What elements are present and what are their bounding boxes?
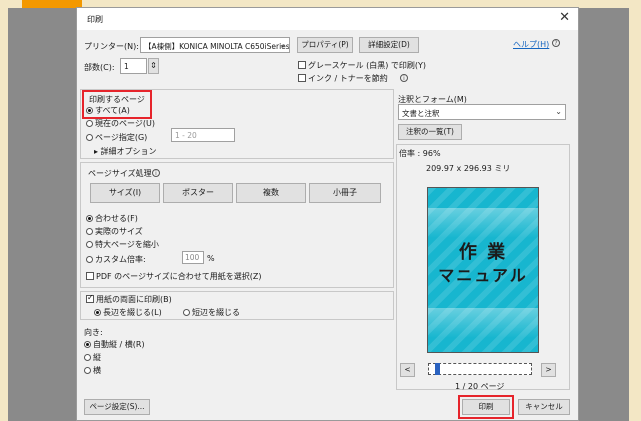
custom-scale-value: 100 [185,253,200,262]
help-icon[interactable]: ? [552,39,560,47]
custom-scale-radio[interactable] [86,256,93,263]
pages-range-radio[interactable] [86,134,93,141]
pages-range-option[interactable]: ページ指定(G) [86,132,147,143]
page-slider[interactable] [428,363,532,375]
duplex-option[interactable]: 用紙の両面に印刷(B) [86,293,172,305]
chevron-down-icon: ⌄ [555,107,562,116]
ink-save-label: インク / トナーを節約 [308,74,388,83]
preview-wave-decoration [428,308,538,338]
fit-radio[interactable] [86,215,93,222]
short-edge-option[interactable]: 短辺を綴じる [183,307,240,318]
comments-summary-button[interactable]: 注釈の一覧(T) [398,124,462,140]
pages-current-radio[interactable] [86,120,93,127]
copies-label: 部数(C): [84,63,115,72]
page-indicator: 1 / 20 ページ [455,382,505,391]
pages-current-option[interactable]: 現在のページ(U) [86,118,155,129]
orange-tab-decoration [22,0,82,8]
sizing-poster-button[interactable]: ポスター [163,183,233,203]
comments-value: 文書と注釈 [402,109,440,118]
copies-input[interactable]: 1 [120,58,147,74]
custom-scale-unit: % [207,254,215,263]
pages-range-placeholder: 1 - 20 [175,131,197,140]
page-setup-button[interactable]: ページ設定(S)... [84,399,150,415]
preview-doc-title-line2: マニュアル [438,266,528,285]
long-edge-radio[interactable] [94,309,101,316]
ink-save-checkbox[interactable] [298,74,306,82]
fit-option[interactable]: 合わせる(F) [86,213,138,224]
sizing-booklet-button[interactable]: 小冊子 [309,183,381,203]
pages-current-label: 現在のページ(U) [95,119,155,128]
actual-size-radio[interactable] [86,228,93,235]
close-icon[interactable]: ✕ [559,10,570,25]
pdf-page-size-label: PDF のページサイズに合わせて用紙を選択(Z) [96,272,262,281]
preview-wave-decoration [428,208,538,238]
copies-value: 1 [124,62,129,71]
properties-button[interactable]: プロパティ(P) [297,37,353,53]
next-page-button[interactable]: > [541,363,556,377]
ink-info-icon[interactable]: i [400,74,408,82]
custom-scale-input[interactable]: 100 [182,251,204,264]
sizing-multiple-button[interactable]: 複数 [236,183,306,203]
landscape-label: 横 [93,366,101,375]
grayscale-label: グレースケール (白黒) で印刷(Y) [308,61,427,70]
pages-range-input[interactable]: 1 - 20 [171,128,235,142]
prev-page-button[interactable]: < [400,363,415,377]
long-edge-option[interactable]: 長辺を綴じる(L) [94,307,162,318]
portrait-radio[interactable] [84,354,91,361]
page-left-band [0,0,8,421]
pdf-page-size-checkbox[interactable] [86,272,94,280]
short-edge-radio[interactable] [183,309,190,316]
landscape-option[interactable]: 横 [84,365,101,376]
pages-range-label: ページ指定(G) [95,133,148,142]
duplex-label: 用紙の両面に印刷(B) [96,295,172,304]
shrink-radio[interactable] [86,241,93,248]
pdf-page-size-option[interactable]: PDF のページサイズに合わせて用紙を選択(Z) [86,271,261,282]
shrink-label: 特大ページを縮小 [95,240,159,249]
help-link[interactable]: ヘルプ(H) [513,39,549,50]
comments-select[interactable]: 文書と注釈 ⌄ [398,104,566,120]
custom-scale-option[interactable]: カスタム倍率: [86,254,146,265]
sizing-panel [80,162,394,288]
preview-doc-title-line1: 作 業 [458,242,508,263]
long-edge-label: 長辺を綴じる(L) [103,308,162,317]
copies-stepper[interactable]: ⇕ [148,58,159,74]
highlight-box-pages [82,90,152,119]
preview-scale: 倍率 : 96% [399,149,441,158]
highlight-box-print [458,395,514,419]
title-bar: 印刷 ✕ [77,8,578,30]
grayscale-option[interactable]: グレースケール (白黒) で印刷(Y) [298,60,426,71]
preview-dimensions: 209.97 x 296.93 ミリ [426,164,511,173]
printer-select[interactable]: 【A棟側】KONICA MINOLTA C650iSeriesP ⌄ [140,37,290,53]
auto-orientation-option[interactable]: 自動縦 / 横(R) [84,339,145,350]
advanced-button[interactable]: 詳細設定(D) [359,37,419,53]
duplex-checkbox[interactable] [86,293,94,303]
short-edge-label: 短辺を綴じる [192,308,240,317]
sizing-info-icon[interactable]: i [152,169,160,177]
grayscale-checkbox[interactable] [298,61,306,69]
portrait-label: 縦 [93,353,101,362]
portrait-option[interactable]: 縦 [84,352,101,363]
printer-label: プリンター(N): [84,42,139,51]
printer-value: 【A棟側】KONICA MINOLTA C650iSeriesP [144,42,290,51]
auto-orientation-label: 自動縦 / 横(R) [93,340,145,349]
more-options[interactable]: ▸ 詳細オプション [94,146,157,157]
orientation-heading: 向き: [84,328,103,337]
actual-size-label: 実際のサイズ [95,227,143,236]
landscape-radio[interactable] [84,367,91,374]
fit-label: 合わせる(F) [95,214,138,223]
ink-save-option[interactable]: インク / トナーを節約 [298,73,388,84]
custom-scale-label: カスタム倍率: [95,255,146,264]
window-title: 印刷 [87,15,103,24]
sizing-size-button[interactable]: サイズ(I) [90,183,160,203]
cancel-button[interactable]: キャンセル [518,399,570,415]
auto-orientation-radio[interactable] [84,341,91,348]
sizing-heading: ページサイズ処理 [88,169,152,178]
chevron-down-icon: ⌄ [279,40,286,49]
page-slider-thumb[interactable] [434,363,440,375]
preview-page: 作 業 マニュアル [427,187,539,353]
page-right-band [629,0,641,421]
shrink-option[interactable]: 特大ページを縮小 [86,239,159,250]
actual-size-option[interactable]: 実際のサイズ [86,226,143,237]
